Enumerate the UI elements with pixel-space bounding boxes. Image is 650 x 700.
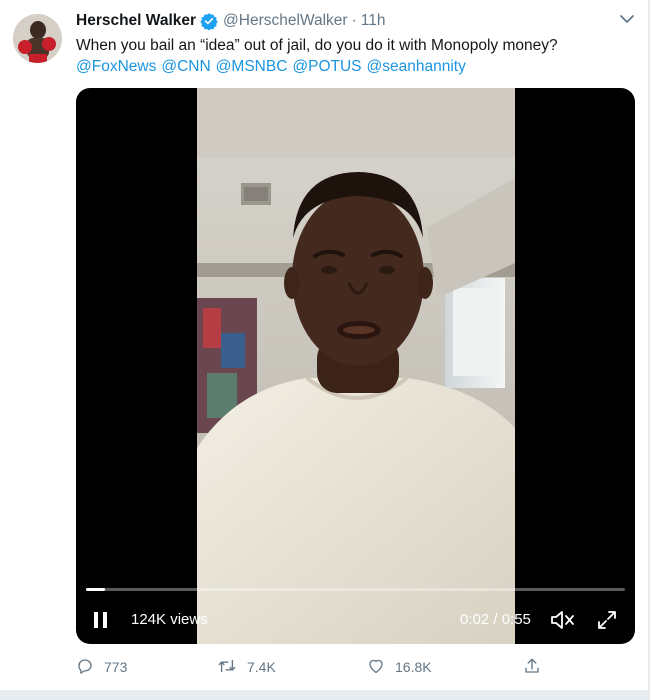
author-handle[interactable]: @HerschelWalker [223, 12, 348, 30]
avatar[interactable] [13, 14, 62, 63]
separator-dot: · [351, 12, 357, 29]
mention-link[interactable]: @FoxNews [76, 58, 156, 75]
retweet-button[interactable]: 7.4K [217, 656, 276, 678]
chevron-down-icon[interactable] [617, 11, 637, 27]
tweet-mentions: @FoxNews @CNN @MSNBC @POTUS @seanhannity [76, 56, 471, 77]
reply-icon [76, 657, 104, 678]
reply-count: 773 [104, 659, 128, 675]
video-time-readout: 0:02 / 0:55 [460, 611, 531, 628]
video-frame[interactable] [197, 88, 515, 644]
mention-link[interactable]: @seanhannity [367, 58, 466, 75]
avatar-image [13, 14, 62, 63]
mention-link[interactable]: @MSNBC [216, 58, 288, 75]
retweet-count: 7.4K [247, 659, 276, 675]
author-name[interactable]: Herschel Walker [76, 12, 196, 30]
mention-link[interactable]: @POTUS [292, 58, 361, 75]
reply-button[interactable]: 773 [76, 656, 127, 678]
fullscreen-icon[interactable] [596, 609, 618, 631]
video-progress-fill [86, 588, 106, 591]
share-icon [523, 657, 551, 678]
timeline-divider [0, 690, 650, 700]
volume-muted-icon[interactable] [550, 609, 576, 631]
tweet-timestamp[interactable]: 11h [361, 12, 386, 30]
video-player[interactable]: 124K views 0:02 / 0:55 [76, 88, 635, 644]
video-controls: 124K views 0:02 / 0:55 [76, 596, 635, 644]
like-button[interactable]: 16.8K [367, 656, 432, 678]
video-progress-bar[interactable] [86, 588, 625, 591]
share-button[interactable] [523, 656, 551, 678]
tweet-actions: 773 7.4K 16.8K [76, 656, 556, 678]
retweet-icon [217, 657, 247, 678]
verified-badge-icon [200, 12, 218, 30]
like-count: 16.8K [395, 659, 432, 675]
tweet-card[interactable]: Herschel Walker @HerschelWalker · 11h Wh… [0, 0, 650, 700]
mention-link[interactable]: @CNN [161, 58, 210, 75]
video-view-count: 124K views [131, 611, 208, 628]
heart-icon [367, 657, 395, 678]
pause-icon[interactable] [91, 610, 111, 630]
tweet-header: Herschel Walker @HerschelWalker · 11h [76, 10, 385, 32]
tweet-text: When you bail an “idea” out of jail, do … [76, 37, 558, 54]
